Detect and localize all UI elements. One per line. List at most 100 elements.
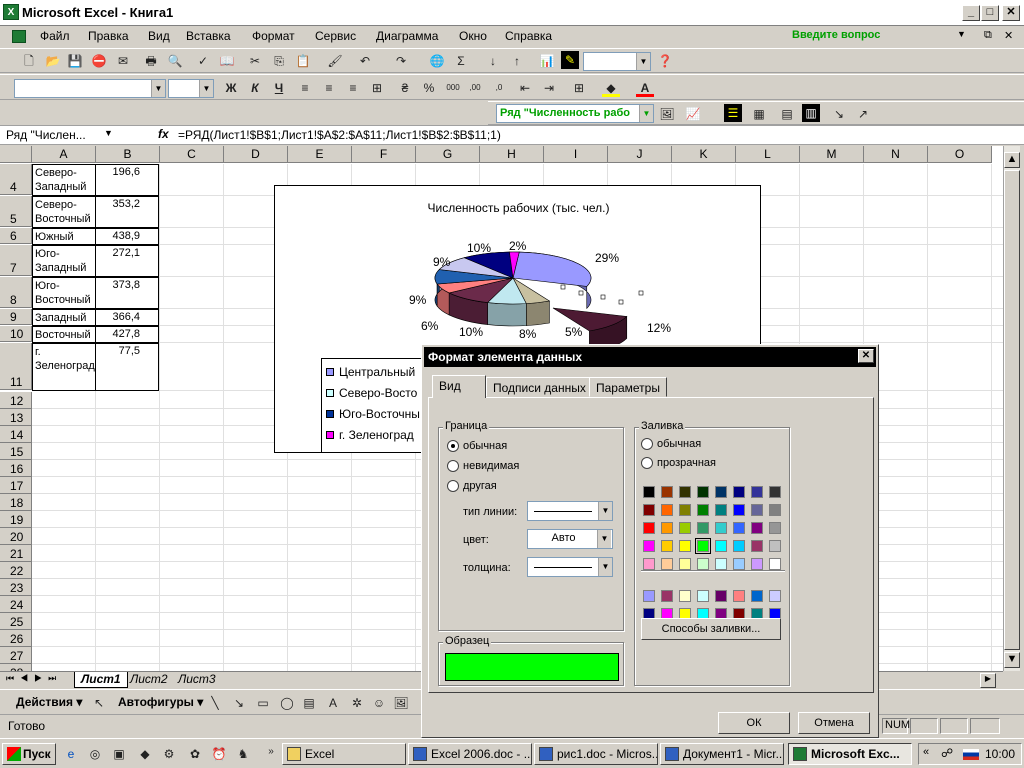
palette-swatch[interactable]	[751, 590, 763, 602]
percent-label[interactable]: 29%	[595, 251, 619, 265]
language-flag-icon[interactable]	[963, 749, 979, 760]
function-icon[interactable]: fx	[158, 127, 169, 141]
palette-swatch[interactable]	[769, 558, 781, 570]
oval-icon[interactable]: ◯	[278, 694, 296, 712]
selection-handle[interactable]	[600, 294, 606, 300]
open-icon[interactable]: 📂	[44, 52, 62, 70]
clipart-icon[interactable]: ☺	[370, 694, 388, 712]
palette-swatch[interactable]	[751, 486, 763, 498]
preview-icon[interactable]: 🔍	[166, 52, 184, 70]
chart-objects-combo[interactable]: Ряд "Численность рабо ▼	[496, 104, 654, 123]
palette-swatch[interactable]	[715, 590, 727, 602]
row-header[interactable]: 4	[0, 164, 32, 195]
column-header[interactable]: G	[416, 146, 480, 163]
palette-swatch[interactable]	[751, 558, 763, 570]
selection-handle[interactable]	[618, 299, 624, 305]
row-header[interactable]: 11	[0, 343, 32, 390]
tab-options[interactable]: Параметры	[589, 377, 667, 397]
close-button[interactable]: ✕	[1002, 5, 1020, 21]
dialog-close-icon[interactable]: ✕	[858, 349, 874, 363]
autoshapes-menu[interactable]: Автофигуры ▾	[118, 695, 203, 709]
row-header[interactable]: 8	[0, 277, 32, 308]
task-ris1-doc[interactable]: рис1.doc - Micros...	[534, 743, 658, 765]
close-workbook-icon[interactable]: ✕	[1004, 29, 1013, 42]
scroll-right-icon[interactable]: ▶	[980, 673, 996, 688]
row-header[interactable]: 14	[0, 426, 32, 443]
undo-icon[interactable]: ↶	[356, 52, 374, 70]
row-header[interactable]: 22	[0, 562, 32, 579]
email-icon[interactable]: ✉	[114, 52, 132, 70]
font-size-combo[interactable]: ▼	[168, 79, 214, 98]
column-header[interactable]: C	[160, 146, 224, 163]
palette-swatch[interactable]	[661, 522, 673, 534]
rectangle-icon[interactable]: ▭	[254, 694, 272, 712]
tab-sheet1[interactable]: Лист1	[74, 672, 128, 688]
row-header[interactable]: 25	[0, 613, 32, 630]
sort-desc-icon[interactable]: ↑	[508, 52, 526, 70]
palette-swatch[interactable]	[661, 540, 673, 552]
palette-swatch[interactable]	[733, 558, 745, 570]
spelling-icon[interactable]: ✓	[194, 52, 212, 70]
row-header[interactable]: 12	[0, 392, 32, 409]
column-header[interactable]: N	[864, 146, 928, 163]
row-header[interactable]: 19	[0, 511, 32, 528]
ok-button[interactable]: ОК	[718, 712, 790, 734]
pie-slice-side[interactable]	[525, 300, 550, 326]
column-header[interactable]: B	[96, 146, 160, 163]
palette-swatch[interactable]	[643, 486, 655, 498]
cut-icon[interactable]: ✂	[246, 52, 264, 70]
palette-swatch[interactable]	[697, 558, 709, 570]
row-header[interactable]: 27	[0, 647, 32, 664]
task-excel-doc[interactable]: Excel 2006.doc - ...	[408, 743, 532, 765]
workers-value-cell[interactable]: 373,8	[95, 277, 159, 309]
row-header[interactable]: 6	[0, 228, 32, 244]
align-left-icon[interactable]: ≡	[296, 79, 314, 97]
palette-swatch[interactable]	[643, 522, 655, 534]
column-header[interactable]: J	[608, 146, 672, 163]
workers-value-cell[interactable]: 366,4	[95, 309, 159, 326]
by-column-icon[interactable]: ▥	[802, 104, 820, 122]
save-icon[interactable]: 💾	[66, 52, 84, 70]
thousands-icon[interactable]: 000	[444, 79, 462, 97]
help-icon[interactable]: ❓	[656, 52, 674, 70]
palette-swatch[interactable]	[751, 540, 763, 552]
chart-wizard-icon[interactable]: 📊	[538, 52, 556, 70]
font-combo[interactable]: ▼	[14, 79, 166, 98]
network-icon[interactable]: ☍	[941, 746, 953, 760]
palette-swatch[interactable]	[715, 558, 727, 570]
selection-handle[interactable]	[578, 290, 584, 296]
row-header[interactable]: 24	[0, 596, 32, 613]
arrow-icon[interactable]: ↘	[230, 694, 248, 712]
palette-swatch[interactable]	[751, 504, 763, 516]
palette-swatch[interactable]	[733, 504, 745, 516]
row-header[interactable]: 5	[0, 196, 32, 227]
tab-view[interactable]: Вид	[432, 375, 486, 398]
row-header[interactable]: 16	[0, 460, 32, 477]
palette-swatch[interactable]	[643, 504, 655, 516]
palette-swatch[interactable]	[751, 522, 763, 534]
decrease-indent-icon[interactable]: ⇤	[516, 79, 534, 97]
menu-insert[interactable]: Вставка	[186, 29, 231, 43]
row-header[interactable]: 20	[0, 528, 32, 545]
start-button[interactable]: Пуск	[2, 743, 56, 765]
column-header[interactable]: L	[736, 146, 800, 163]
row-header[interactable]: 21	[0, 545, 32, 562]
research-icon[interactable]: 📖	[218, 52, 236, 70]
app-icon[interactable]: ⚙	[160, 745, 178, 763]
menu-view[interactable]: Вид	[148, 29, 170, 43]
italic-icon[interactable]: К	[246, 79, 264, 97]
palette-swatch[interactable]	[769, 540, 781, 552]
minimize-button[interactable]: _	[962, 5, 980, 21]
palette-swatch[interactable]	[643, 558, 655, 570]
app-icon[interactable]: ✿	[186, 745, 204, 763]
formula-input[interactable]: =РЯД(Лист1!$B$1;Лист1!$A$2:$A$11;Лист1!$…	[178, 128, 501, 142]
row-header[interactable]: 15	[0, 443, 32, 460]
color-dropdown-icon[interactable]: ▼	[597, 530, 611, 548]
region-name-cell[interactable]: Северо- Западный	[32, 164, 96, 196]
picture-icon[interactable]: 🖼	[392, 694, 410, 712]
palette-swatch[interactable]	[661, 486, 673, 498]
currency-icon[interactable]: ₴	[396, 79, 414, 97]
row-header[interactable]: 13	[0, 409, 32, 426]
row-header[interactable]: 23	[0, 579, 32, 596]
angle-counter-icon[interactable]: ↗	[854, 105, 872, 123]
